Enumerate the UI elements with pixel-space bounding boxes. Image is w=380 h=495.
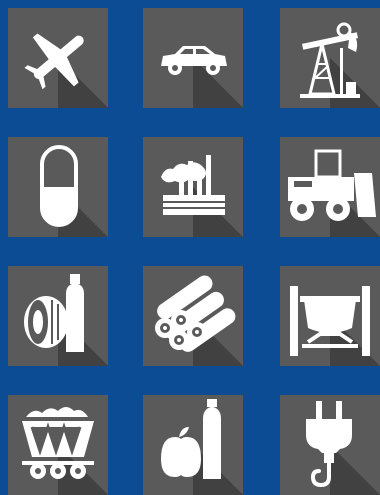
tile-electric-plug[interactable] bbox=[280, 395, 380, 495]
tile-food-drink[interactable] bbox=[143, 395, 243, 495]
tile-factory[interactable] bbox=[143, 137, 243, 237]
tile-timber[interactable] bbox=[143, 266, 243, 366]
airplane-icon bbox=[24, 33, 84, 90]
pill-capsule-icon bbox=[40, 145, 78, 227]
tile-pill[interactable] bbox=[8, 137, 108, 237]
tile-bulldozer[interactable] bbox=[280, 137, 380, 237]
factory-icon bbox=[161, 155, 225, 215]
tile-oil-pump[interactable] bbox=[280, 8, 380, 108]
car-icon bbox=[161, 46, 227, 75]
textile-bottle-icon bbox=[24, 274, 84, 352]
food-drink-icon bbox=[161, 399, 221, 479]
electric-plug-icon bbox=[306, 401, 352, 488]
tile-textile[interactable] bbox=[8, 266, 108, 366]
bulldozer-icon bbox=[288, 149, 376, 221]
steel-ladle-icon bbox=[290, 286, 370, 356]
timber-logs-icon bbox=[155, 275, 236, 352]
tile-airplane[interactable] bbox=[8, 8, 108, 108]
tile-car[interactable] bbox=[143, 8, 243, 108]
tile-steel-ladle[interactable] bbox=[280, 266, 380, 366]
mine-cart-icon bbox=[22, 407, 94, 479]
tile-mine-cart[interactable] bbox=[8, 395, 108, 495]
industry-icon-grid bbox=[0, 0, 380, 495]
oil-pump-icon bbox=[300, 22, 360, 98]
